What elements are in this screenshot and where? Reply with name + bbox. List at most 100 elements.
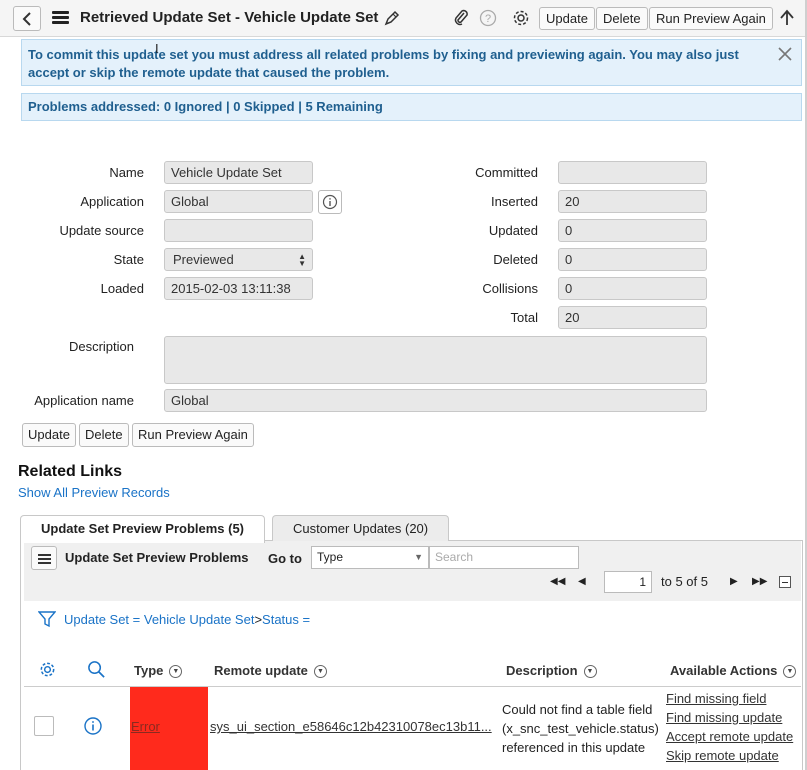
page-range-text: to 5 of 5 bbox=[661, 574, 708, 589]
row-info-icon[interactable] bbox=[83, 716, 103, 736]
arrow-up-icon[interactable] bbox=[777, 8, 797, 28]
delete-button[interactable]: Delete bbox=[79, 423, 129, 447]
search-icon[interactable] bbox=[87, 660, 106, 679]
description-textarea[interactable] bbox=[164, 336, 707, 384]
accept-remote-update-link[interactable]: Accept remote update bbox=[666, 729, 793, 744]
goto-field-select[interactable]: Type ▼ bbox=[311, 546, 429, 569]
commit-alert: To commit this update set you must addre… bbox=[21, 39, 802, 86]
total-label: Total bbox=[510, 310, 538, 325]
column-header-remote-update-label: Remote update bbox=[214, 663, 308, 678]
chevron-down-icon: ▼ bbox=[414, 552, 423, 562]
total-field[interactable]: 20 bbox=[558, 306, 707, 329]
name-field[interactable]: Vehicle Update Set bbox=[164, 161, 313, 184]
show-all-preview-records-link[interactable]: Show All Preview Records bbox=[18, 485, 170, 500]
updated-label: Updated bbox=[488, 223, 538, 238]
list-menu-button[interactable] bbox=[31, 546, 57, 570]
close-icon[interactable] bbox=[777, 46, 793, 62]
svg-text:?: ? bbox=[485, 13, 491, 25]
help-icon[interactable]: ? bbox=[478, 8, 498, 28]
column-header-description-label: Description bbox=[506, 663, 578, 678]
loaded-label: Loaded bbox=[100, 281, 144, 296]
inserted-field[interactable]: 20 bbox=[558, 190, 707, 213]
column-header-description[interactable]: Description ▼ bbox=[506, 663, 597, 679]
update-source-label: Update source bbox=[59, 223, 144, 238]
column-menu-icon[interactable]: ▼ bbox=[169, 665, 183, 679]
updated-field[interactable]: 0 bbox=[558, 219, 707, 242]
column-menu-icon[interactable]: ▼ bbox=[783, 665, 797, 679]
skip-remote-update-link[interactable]: Skip remote update bbox=[666, 748, 779, 763]
problems-alert-text: Problems addressed: 0 Ignored | 0 Skippe… bbox=[28, 99, 383, 114]
description-label: Description bbox=[68, 339, 134, 354]
list-settings-gear-icon[interactable] bbox=[38, 660, 57, 679]
tab-customer-updates[interactable]: Customer Updates (20) bbox=[272, 515, 450, 541]
header-delete-button[interactable]: Delete bbox=[596, 7, 648, 30]
find-missing-update-link[interactable]: Find missing update bbox=[666, 710, 782, 725]
type-error-link[interactable]: Error bbox=[131, 719, 160, 734]
filter-icon[interactable] bbox=[38, 610, 56, 628]
state-label: State bbox=[113, 252, 144, 267]
inserted-label: Inserted bbox=[491, 194, 538, 209]
pen-icon[interactable] bbox=[382, 8, 402, 28]
breadcrumb-update-set[interactable]: Update Set = Vehicle Update Set bbox=[64, 612, 254, 627]
prev-page-icon[interactable]: ◀ bbox=[578, 576, 586, 587]
info-icon bbox=[322, 194, 338, 210]
form-menu-icon[interactable] bbox=[52, 11, 69, 25]
breadcrumb-status[interactable]: Status = bbox=[262, 612, 310, 627]
column-header-actions-label: Available Actions bbox=[670, 663, 778, 678]
application-name-field[interactable]: Global bbox=[164, 389, 707, 412]
filter-breadcrumb: Update Set = Vehicle Update Set>Status = bbox=[64, 612, 310, 627]
column-header-available-actions[interactable]: Available Actions ▼ bbox=[670, 663, 797, 679]
deleted-field[interactable]: 0 bbox=[558, 248, 707, 271]
column-menu-icon[interactable]: ▼ bbox=[583, 665, 597, 679]
header-run-preview-button[interactable]: Run Preview Again bbox=[649, 7, 773, 30]
goto-label: Go to bbox=[268, 551, 302, 566]
gear-icon[interactable] bbox=[511, 8, 531, 28]
deleted-label: Deleted bbox=[493, 252, 538, 267]
type-cell-error: Error bbox=[130, 687, 208, 770]
row-select-checkbox[interactable] bbox=[34, 716, 54, 736]
collapse-list-icon[interactable] bbox=[779, 576, 791, 588]
select-arrows-icon: ▲ ▼ bbox=[298, 252, 306, 268]
form-header: Retrieved Update Set - Vehicle Update Se… bbox=[0, 0, 807, 37]
goto-field-value: Type bbox=[317, 550, 344, 564]
application-field[interactable]: Global bbox=[164, 190, 313, 213]
breadcrumb-separator: > bbox=[254, 612, 263, 627]
text-cursor-icon: I bbox=[155, 41, 159, 56]
tab-update-set-preview-problems[interactable]: Update Set Preview Problems (5) bbox=[20, 515, 266, 543]
committed-label: Committed bbox=[475, 165, 538, 180]
run-preview-again-button[interactable]: Run Preview Again bbox=[132, 423, 254, 447]
header-update-button[interactable]: Update bbox=[539, 7, 595, 30]
problems-alert: Problems addressed: 0 Ignored | 0 Skippe… bbox=[21, 93, 802, 121]
back-button[interactable] bbox=[13, 6, 41, 31]
find-missing-field-link[interactable]: Find missing field bbox=[666, 691, 766, 706]
application-name-label: Application name bbox=[34, 393, 134, 408]
application-label: Application bbox=[80, 194, 144, 209]
first-page-icon[interactable]: ◀◀ bbox=[550, 576, 565, 587]
update-button[interactable]: Update bbox=[22, 423, 76, 447]
loaded-field[interactable]: 2015-02-03 13:11:38 bbox=[164, 277, 313, 300]
collisions-field[interactable]: 0 bbox=[558, 277, 707, 300]
committed-field[interactable] bbox=[558, 161, 707, 184]
state-select[interactable]: Previewed ▲ ▼ bbox=[164, 248, 313, 271]
last-page-icon[interactable]: ▶▶ bbox=[752, 576, 767, 587]
commit-alert-text: To commit this update set you must addre… bbox=[28, 47, 739, 80]
next-page-icon[interactable]: ▶ bbox=[730, 576, 738, 587]
chevron-left-icon bbox=[22, 11, 31, 26]
column-header-type[interactable]: Type ▼ bbox=[134, 663, 183, 679]
description-cell: Could not find a table field (x_snc_test… bbox=[502, 702, 659, 755]
column-header-remote-update[interactable]: Remote update ▼ bbox=[214, 663, 327, 679]
page-number-input[interactable]: 1 bbox=[604, 571, 652, 593]
related-links-heading: Related Links bbox=[18, 463, 123, 480]
search-input[interactable]: Search bbox=[429, 546, 579, 569]
application-info-button[interactable] bbox=[318, 190, 342, 214]
remote-update-link[interactable]: sys_ui_section_e58646c12b42310078ec13b11… bbox=[210, 719, 492, 734]
state-select-value: Previewed bbox=[173, 252, 234, 267]
page-title: Retrieved Update Set - Vehicle Update Se… bbox=[80, 9, 379, 26]
update-source-field[interactable] bbox=[164, 219, 313, 242]
name-label: Name bbox=[109, 165, 144, 180]
list-title: Update Set Preview Problems bbox=[65, 550, 249, 565]
paperclip-icon[interactable] bbox=[451, 8, 471, 28]
collisions-label: Collisions bbox=[482, 281, 538, 296]
column-menu-icon[interactable]: ▼ bbox=[313, 665, 327, 679]
column-header-type-label: Type bbox=[134, 663, 164, 678]
